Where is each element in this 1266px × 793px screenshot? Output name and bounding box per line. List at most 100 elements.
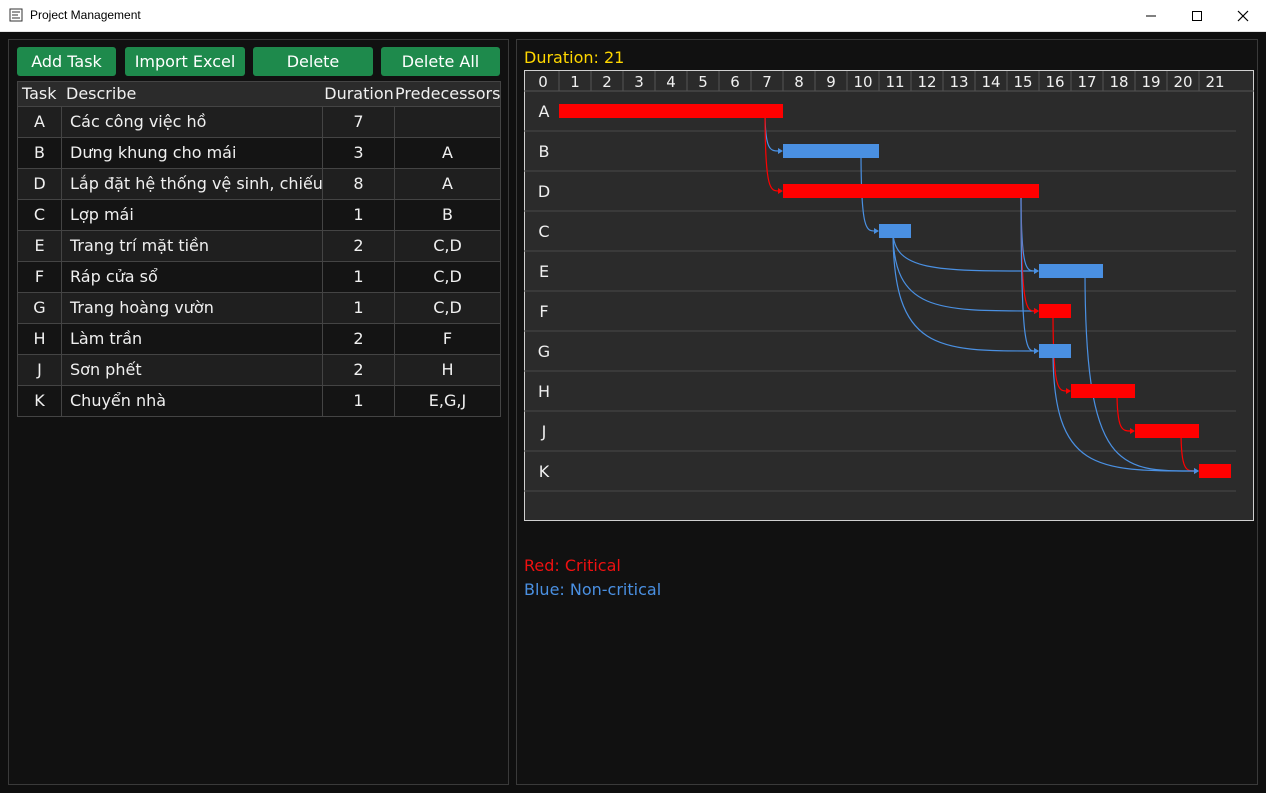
title-bar: Project Management (0, 0, 1266, 32)
task-bar[interactable] (1039, 264, 1103, 278)
cell-duration[interactable]: 1 (323, 200, 395, 230)
task-bar[interactable] (783, 144, 879, 158)
task-bar[interactable] (559, 104, 783, 118)
cell-task[interactable]: F (18, 262, 62, 292)
task-bar[interactable] (1071, 384, 1135, 398)
cell-task[interactable]: K (18, 386, 62, 416)
cell-predecessors[interactable]: A (395, 169, 500, 199)
table-header: Task Describe Duration Predecessors (18, 82, 500, 107)
cell-describe[interactable]: Chuyển nhà (62, 386, 323, 416)
table-row[interactable]: D Lắp đặt hệ thống vệ sinh, chiếu sá 8 A (18, 169, 500, 200)
cell-task[interactable]: A (18, 107, 62, 137)
legend-critical: Red: Critical (524, 556, 621, 575)
time-tick-label: 19 (1141, 73, 1160, 91)
header-task[interactable]: Task (18, 82, 62, 106)
task-bar[interactable] (1135, 424, 1199, 438)
cell-describe[interactable]: Trang trí mặt tiền (62, 231, 323, 261)
task-table: Task Describe Duration Predecessors A Cá… (17, 81, 501, 417)
cell-task[interactable]: B (18, 138, 62, 168)
cell-describe[interactable]: Lợp mái (62, 200, 323, 230)
cell-task[interactable]: D (18, 169, 62, 199)
cell-describe[interactable]: Làm trần (62, 324, 323, 354)
task-bar[interactable] (879, 224, 911, 238)
cell-duration[interactable]: 1 (323, 386, 395, 416)
header-duration[interactable]: Duration (323, 82, 395, 106)
cell-predecessors[interactable]: C,D (395, 231, 500, 261)
cell-duration[interactable]: 8 (323, 169, 395, 199)
import-excel-button[interactable]: Import Excel (125, 47, 245, 76)
table-row[interactable]: J Sơn phết 2 H (18, 355, 500, 386)
row-label: B (539, 142, 550, 161)
task-bar[interactable] (1039, 344, 1071, 358)
time-tick-label: 2 (602, 73, 612, 91)
cell-task[interactable]: J (18, 355, 62, 385)
table-row[interactable]: K Chuyển nhà 1 E,G,J (18, 386, 500, 416)
table-row[interactable]: A Các công việc hồ 7 (18, 107, 500, 138)
legend-non-critical: Blue: Non-critical (524, 580, 662, 599)
task-bar[interactable] (1199, 464, 1231, 478)
row-label: A (539, 102, 550, 121)
cell-predecessors[interactable]: E,G,J (395, 386, 500, 416)
table-row[interactable]: F Ráp cửa sổ 1 C,D (18, 262, 500, 293)
cell-duration[interactable]: 7 (323, 107, 395, 137)
header-describe[interactable]: Describe (62, 82, 323, 106)
time-tick-label: 21 (1205, 73, 1224, 91)
cell-duration[interactable]: 2 (323, 231, 395, 261)
row-label: J (541, 422, 547, 441)
add-task-button[interactable]: Add Task (17, 47, 116, 76)
delete-button[interactable]: Delete (253, 47, 373, 76)
cell-predecessors[interactable] (395, 107, 500, 137)
cell-duration[interactable]: 2 (323, 355, 395, 385)
gantt-background (524, 70, 1254, 521)
cell-predecessors[interactable]: F (395, 324, 500, 354)
time-tick-label: 12 (917, 73, 936, 91)
window-title: Project Management (30, 8, 141, 22)
time-tick-label: 9 (826, 73, 836, 91)
task-bar[interactable] (783, 184, 1039, 198)
cell-describe[interactable]: Ráp cửa sổ (62, 262, 323, 292)
time-tick-label: 8 (794, 73, 804, 91)
time-tick-label: 18 (1109, 73, 1128, 91)
cell-describe[interactable]: Trang hoàng vườn (62, 293, 323, 323)
header-predecessors[interactable]: Predecessors (395, 82, 500, 106)
cell-predecessors[interactable]: C,D (395, 262, 500, 292)
time-tick-label: 3 (634, 73, 644, 91)
row-label: H (538, 382, 550, 401)
table-row[interactable]: E Trang trí mặt tiền 2 C,D (18, 231, 500, 262)
row-label: F (539, 302, 548, 321)
time-tick-label: 10 (853, 73, 872, 91)
time-tick-label: 5 (698, 73, 708, 91)
cell-describe[interactable]: Các công việc hồ (62, 107, 323, 137)
cell-predecessors[interactable]: A (395, 138, 500, 168)
row-label: E (539, 262, 549, 281)
close-button[interactable] (1220, 0, 1266, 31)
cell-predecessors[interactable]: C,D (395, 293, 500, 323)
app-icon (9, 8, 23, 22)
time-tick-label: 0 (538, 73, 548, 91)
cell-task[interactable]: E (18, 231, 62, 261)
cell-predecessors[interactable]: H (395, 355, 500, 385)
table-row[interactable]: C Lợp mái 1 B (18, 200, 500, 231)
cell-describe[interactable]: Dưng khung cho mái (62, 138, 323, 168)
time-tick-label: 4 (666, 73, 676, 91)
table-row[interactable]: H Làm trần 2 F (18, 324, 500, 355)
table-row[interactable]: B Dưng khung cho mái 3 A (18, 138, 500, 169)
task-bar[interactable] (1039, 304, 1071, 318)
cell-task[interactable]: G (18, 293, 62, 323)
minimize-icon (1146, 15, 1156, 16)
cell-duration[interactable]: 1 (323, 293, 395, 323)
delete-all-button[interactable]: Delete All (381, 47, 500, 76)
cell-describe[interactable]: Sơn phết (62, 355, 323, 385)
cell-predecessors[interactable]: B (395, 200, 500, 230)
minimize-button[interactable] (1128, 0, 1174, 31)
cell-duration[interactable]: 1 (323, 262, 395, 292)
cell-describe[interactable]: Lắp đặt hệ thống vệ sinh, chiếu sá (62, 169, 323, 199)
cell-task[interactable]: H (18, 324, 62, 354)
time-tick-label: 15 (1013, 73, 1032, 91)
cell-duration[interactable]: 2 (323, 324, 395, 354)
cell-task[interactable]: C (18, 200, 62, 230)
time-tick-label: 20 (1173, 73, 1192, 91)
cell-duration[interactable]: 3 (323, 138, 395, 168)
maximize-button[interactable] (1174, 0, 1220, 31)
table-row[interactable]: G Trang hoàng vườn 1 C,D (18, 293, 500, 324)
